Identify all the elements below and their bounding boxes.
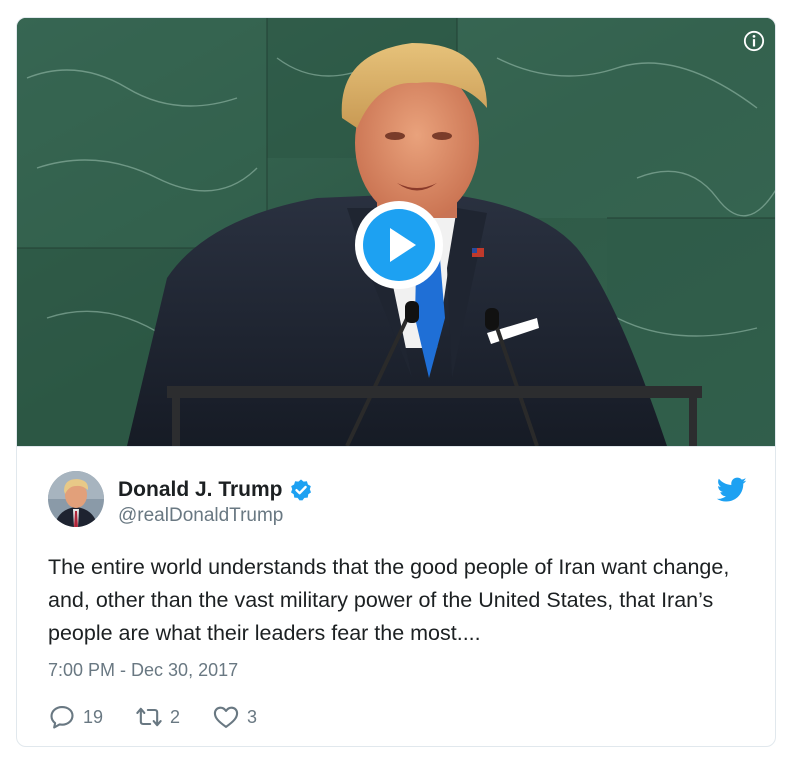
- reply-count: 19: [83, 706, 104, 727]
- author-display-name[interactable]: Donald J. Trump: [118, 478, 283, 502]
- author-name-row: Donald J. Trump: [118, 477, 313, 503]
- retweet-count: 2: [170, 706, 181, 727]
- twitter-bird-icon[interactable]: [717, 477, 747, 503]
- retweet-icon: [136, 707, 162, 727]
- heart-icon: [213, 706, 239, 728]
- reply-button[interactable]: 19: [48, 703, 103, 731]
- reply-bubble-icon: [50, 706, 74, 729]
- avatar[interactable]: [48, 471, 104, 527]
- info-circle-icon[interactable]: [743, 30, 765, 52]
- like-count: 3: [247, 706, 258, 727]
- tweet-actions: 19 2 3: [48, 703, 289, 731]
- tweet-text: The entire world understands that the go…: [48, 555, 730, 645]
- author-handle[interactable]: @realDonaldTrump: [118, 505, 283, 527]
- verified-badge-icon: [290, 479, 311, 501]
- tweet-body: Donald J. Trump @realDonaldTrump The ent…: [17, 446, 775, 746]
- tweet-timestamp[interactable]: 7:00 PM - Dec 30, 2017: [48, 660, 238, 681]
- play-circle-icon[interactable]: [352, 198, 446, 292]
- like-button[interactable]: 3: [212, 703, 257, 731]
- tweet-card: Donald J. Trump @realDonaldTrump The ent…: [16, 17, 776, 747]
- video-thumbnail[interactable]: [17, 18, 775, 446]
- retweet-button[interactable]: 2: [135, 703, 180, 731]
